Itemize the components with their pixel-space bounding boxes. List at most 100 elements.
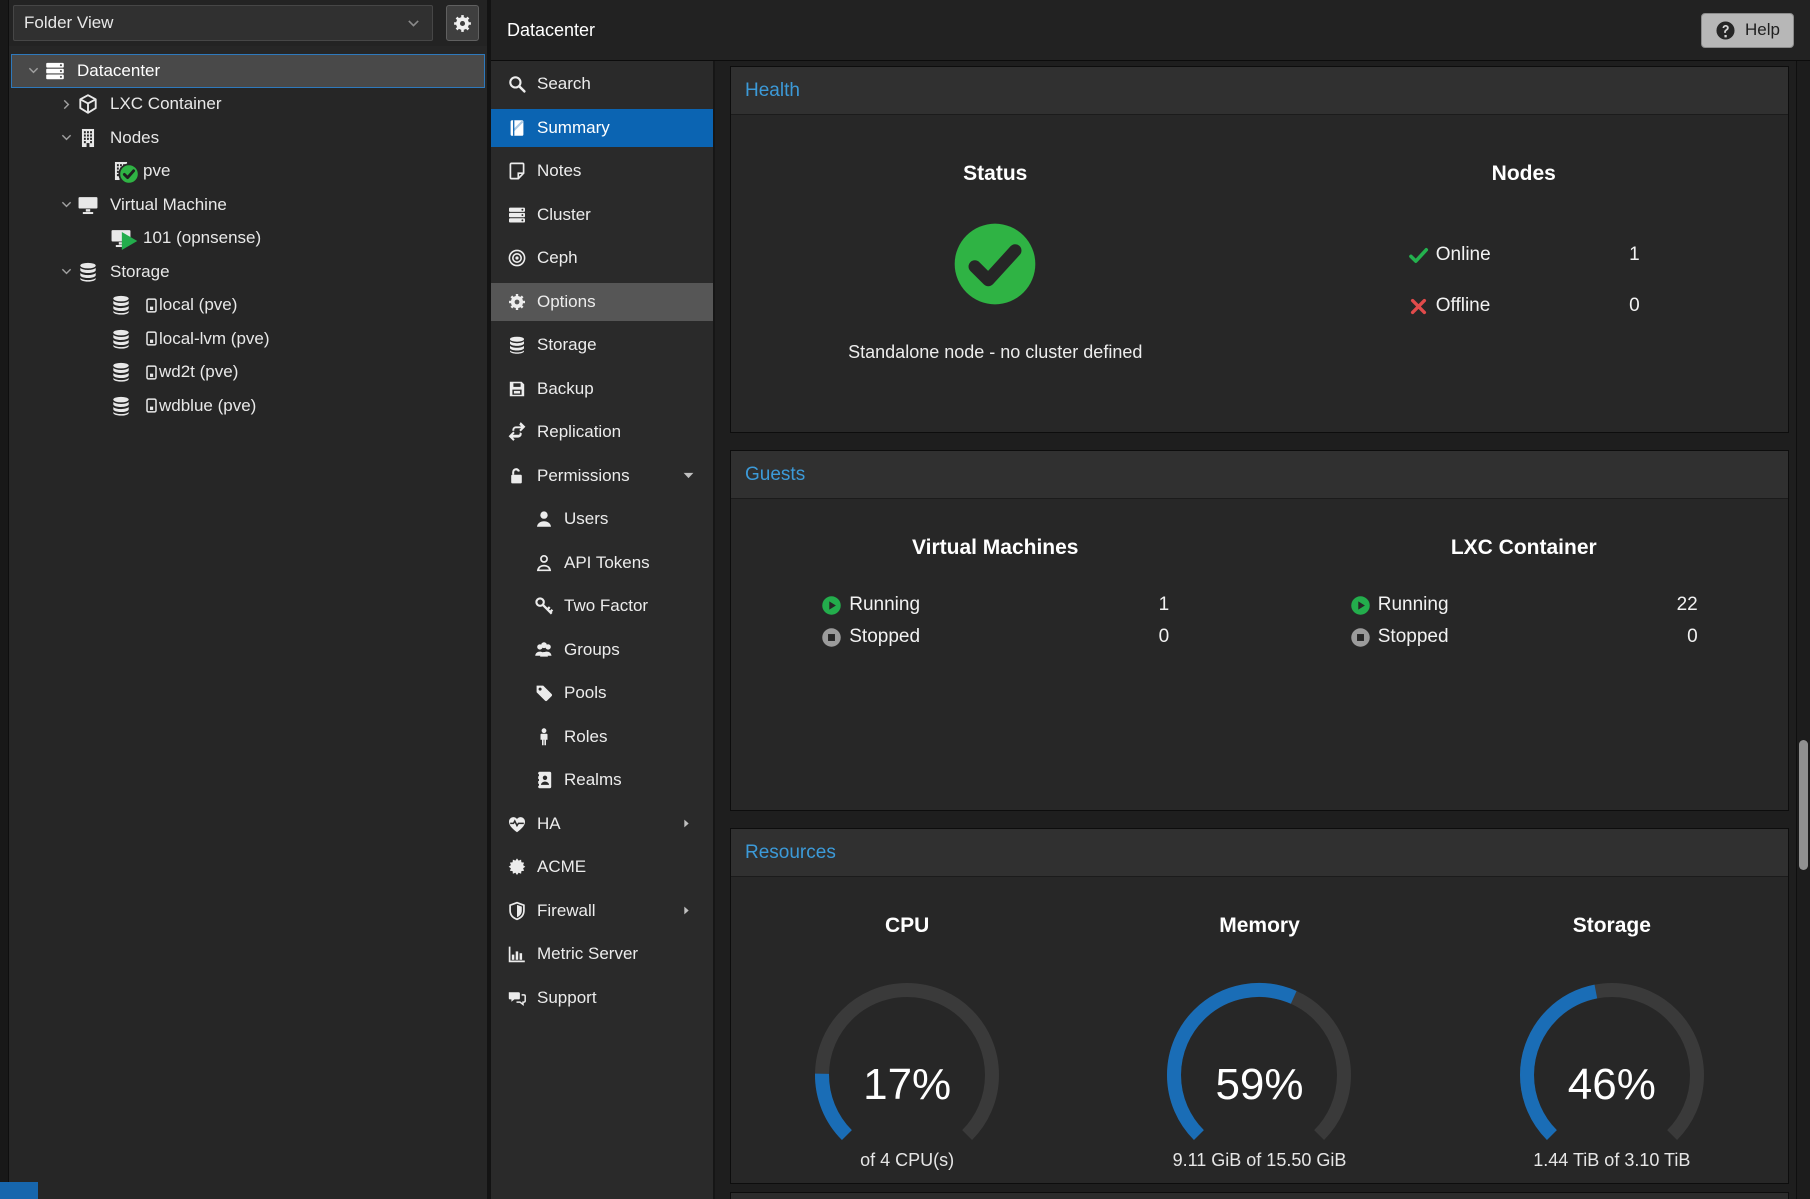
menu-item-options[interactable]: Options [491,283,713,321]
tree-item-pve[interactable]: pve [11,155,485,189]
resource-gauge-cpu: CPU17%of 4 CPU(s) [731,877,1083,1183]
health-panel: Health Status Standalone node - no clust… [730,66,1789,433]
gauge-detail: 9.11 GiB of 15.50 GiB [1083,1150,1435,1171]
tree-item-local-lvm-pve[interactable]: local-lvm (pve) [11,322,485,356]
tree-item-nodes[interactable]: Nodes [11,121,485,155]
tree-settings-button[interactable] [446,5,479,41]
status-column: Status Standalone node - no cluster defi… [731,115,1260,432]
unlock-icon [507,466,537,486]
node-status-label: Online [1436,244,1491,266]
view-mode-select[interactable]: Folder View [13,5,433,41]
drive-icon [144,395,159,416]
tree-item-101-opnsense[interactable]: 101 (opnsense) [11,222,485,256]
menu-item-api-tokens[interactable]: API Tokens [491,544,713,582]
resource-gauge-storage: Storage46%1.44 TiB of 3.10 TiB [1436,877,1788,1183]
menu-item-replication[interactable]: Replication [491,413,713,451]
guest-row-label: Running [1378,594,1449,616]
menu-item-label: HA [537,814,561,834]
tree-item-storage[interactable]: Storage [11,255,485,289]
tree-item-virtual-machine[interactable]: Virtual Machine [11,188,485,222]
menu-item-ceph[interactable]: Ceph [491,239,713,277]
cross-icon [1408,296,1429,317]
chevron-down-icon[interactable] [55,264,77,279]
menu-item-roles[interactable]: Roles [491,718,713,756]
drive-icon [144,362,159,383]
tree-item-wd2t-pve[interactable]: wd2t (pve) [11,356,485,390]
burst-icon [507,857,537,877]
help-button[interactable]: Help [1701,13,1794,48]
view-mode-label: Folder View [24,13,113,33]
content-scrollbar[interactable] [1796,61,1810,1199]
caret-right-icon [681,905,692,916]
chevron-right-icon[interactable] [55,97,77,112]
chevron-down-icon[interactable] [55,197,77,212]
book-icon [507,118,537,138]
menu-item-permissions[interactable]: Permissions [491,457,713,495]
menu-item-label: Realms [564,770,622,790]
menu-item-label: Permissions [537,466,630,486]
floppy-icon [507,379,537,399]
menu-item-backup[interactable]: Backup [491,370,713,408]
menu-item-support[interactable]: Support [491,979,713,1017]
user-icon [534,509,564,529]
menu-item-two-factor[interactable]: Two Factor [491,587,713,625]
tree-item-wdblue-pve[interactable]: wdblue (pve) [11,389,485,423]
guests-column-title: Virtual Machines [731,535,1260,560]
node-status-label: Offline [1436,295,1491,317]
config-menu: Search Summary Notes Cluster Ceph Options Stor… [491,61,715,1199]
menu-item-firewall[interactable]: Firewall [491,892,713,930]
tree-item-label: local-lvm (pve) [159,329,270,349]
menu-item-users[interactable]: Users [491,500,713,538]
menu-item-label: Cluster [537,205,591,225]
check-icon [1408,245,1429,266]
tag-icon [534,683,564,703]
summary-content: Health Status Standalone node - no clust… [715,61,1796,1199]
menu-item-acme[interactable]: ACME [491,848,713,886]
tree-item-local-pve[interactable]: local (pve) [11,289,485,323]
menu-item-ha[interactable]: HA [491,805,713,843]
menu-item-cluster[interactable]: Cluster [491,196,713,234]
menu-item-groups[interactable]: Groups [491,631,713,669]
guest-row-count: 0 [1159,626,1170,648]
tree-item-label: 101 (opnsense) [143,228,261,248]
stop-circle-icon [1350,627,1371,648]
menu-item-pools[interactable]: Pools [491,674,713,712]
menu-item-label: API Tokens [564,553,650,573]
tree-item-lxc-container[interactable]: LXC Container [11,88,485,122]
guests-column-title: LXC Container [1260,535,1789,560]
shield-icon [507,901,537,921]
guest-row-stopped: Stopped0 [821,624,1169,650]
tree-item-label: wd2t (pve) [159,362,238,382]
status-ok-check-circle-icon [731,222,1260,306]
menu-item-summary[interactable]: Summary [491,109,713,147]
menu-item-metric-server[interactable]: Metric Server [491,935,713,973]
menu-item-label: Groups [564,640,620,660]
menu-item-search[interactable]: Search [491,65,713,103]
guest-row-label: Stopped [1378,626,1449,648]
guests-panel-header: Guests [731,451,1788,499]
caret-down-icon[interactable] [681,468,696,483]
building-icon [77,127,101,149]
menu-item-storage[interactable]: Storage [491,326,713,364]
menu-item-label: Backup [537,379,594,399]
guest-row-count: 0 [1687,626,1698,648]
node-status-row-offline: Offline0 [1408,293,1640,319]
menu-item-notes[interactable]: Notes [491,152,713,190]
search-icon [507,74,537,94]
address-book-icon [534,770,564,790]
node-status-count: 1 [1629,244,1640,266]
menu-item-realms[interactable]: Realms [491,761,713,799]
check-badge-icon [118,163,140,185]
tree-item-datacenter[interactable]: Datacenter [11,54,485,88]
gauge-percent: 59% [1159,1060,1359,1110]
chevron-down-icon[interactable] [55,130,77,145]
menu-item-label: Metric Server [537,944,638,964]
database-icon [507,335,537,355]
menu-item-label: Storage [537,335,597,355]
chevron-down-icon[interactable] [22,63,44,78]
scrollbar-thumb[interactable] [1799,740,1808,870]
bottom-left-accent [0,1182,38,1199]
comments-icon [507,988,537,1008]
page-title: Datacenter [507,20,595,41]
menu-item-label: Roles [564,727,607,747]
